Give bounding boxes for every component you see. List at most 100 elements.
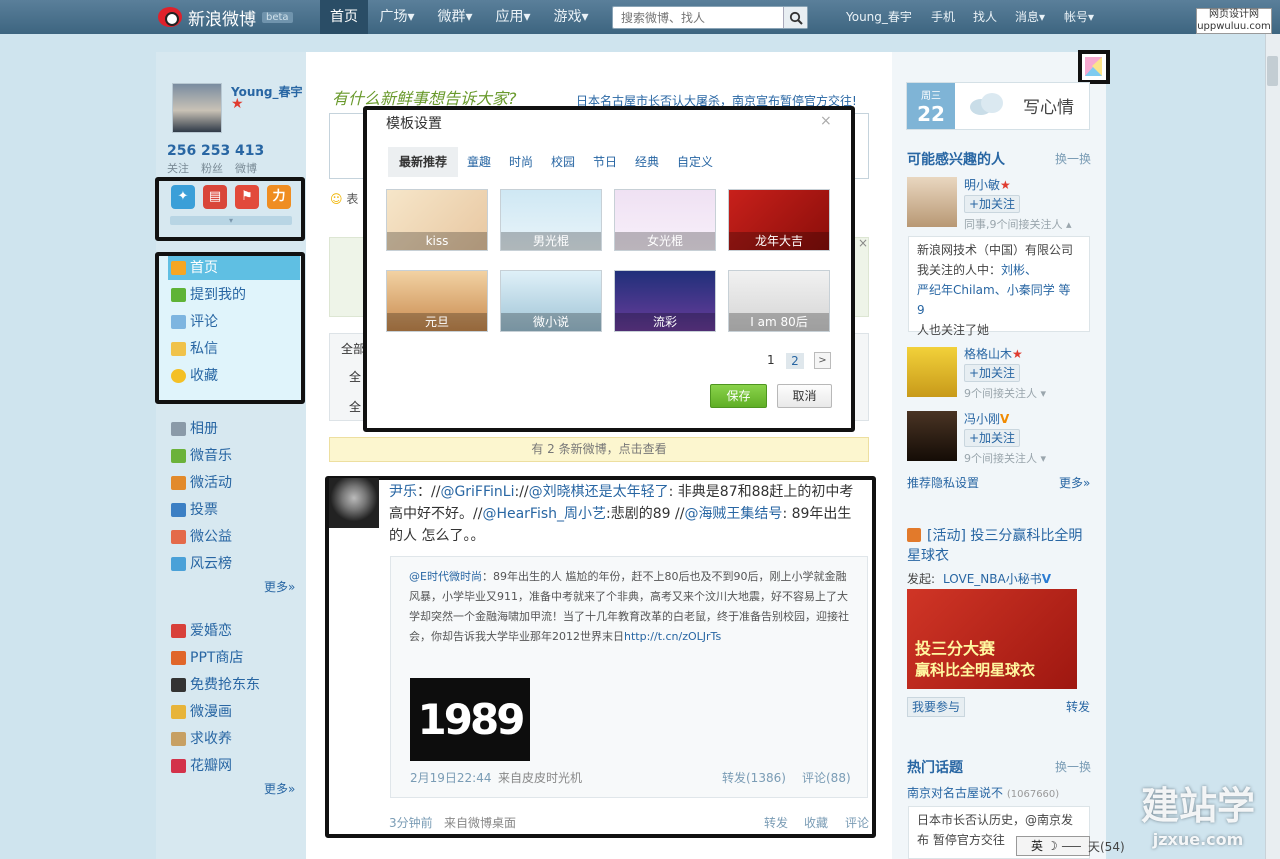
app-link-album[interactable]: 相册 xyxy=(168,418,298,440)
mutual-link-1[interactable]: 刘彬、 xyxy=(1001,263,1037,277)
tab-childlike[interactable]: 童趣 xyxy=(462,147,496,177)
template-new-year[interactable]: 元旦 xyxy=(386,270,488,332)
feed-favorite-link[interactable]: 收藏 xyxy=(804,814,828,831)
apps-expand-bar[interactable]: ▾ xyxy=(170,216,292,225)
search-button[interactable] xyxy=(783,7,807,28)
app-link-marriage[interactable]: 爱婚恋 xyxy=(168,620,298,642)
quoted-short-link[interactable]: http://t.cn/zOLJrTs xyxy=(624,630,721,643)
rec-follow-button-3[interactable]: +加关注 xyxy=(964,429,1020,447)
menu-messages[interactable]: 私信 xyxy=(168,337,300,361)
sina-weibo-logo[interactable]: 新浪微博 beta xyxy=(158,4,298,30)
template-kiss[interactable]: kiss xyxy=(386,189,488,251)
weibo-bird-icon[interactable]: ✦ xyxy=(171,185,195,209)
quoted-image[interactable]: 1989 xyxy=(410,678,530,761)
app-link-freebies[interactable]: 免费抢东东 xyxy=(168,674,298,696)
rec-avatar-1[interactable] xyxy=(907,177,957,227)
hot-topic-1[interactable]: 南京对名古屋说不 (1067660) xyxy=(907,784,1059,801)
skin-settings-icon[interactable] xyxy=(1078,50,1110,84)
new-posts-notice[interactable]: 有 2 条新微博，点击查看 xyxy=(329,437,869,462)
quoted-comment-link[interactable]: 评论(88) xyxy=(802,769,851,786)
stat-fans-count[interactable]: 253 xyxy=(201,143,230,159)
flag-tool-icon[interactable]: ⚑ xyxy=(235,185,259,209)
nav-groups[interactable]: 微群▾ xyxy=(430,0,480,34)
menu-comments[interactable]: 评论 xyxy=(168,310,300,334)
recommend-more-link[interactable]: 更多» xyxy=(1059,474,1090,491)
template-single-girl[interactable]: 女光棍 xyxy=(614,189,716,251)
feed-mention-link[interactable]: 还是太年轻了 xyxy=(585,484,669,500)
filter-row2[interactable]: 全 xyxy=(349,368,361,385)
write-mood-button[interactable]: 写心情 xyxy=(1023,93,1074,118)
feed-mention-link[interactable]: 尹乐 xyxy=(389,484,417,500)
stat-following-count[interactable]: 256 xyxy=(167,143,196,159)
template-single-boy[interactable]: 男光棍 xyxy=(500,189,602,251)
template-streaming-colors[interactable]: 流彩 xyxy=(614,270,716,332)
filter-row3[interactable]: 全 xyxy=(349,398,361,415)
quoted-time[interactable]: 2月19日22:44 xyxy=(410,769,492,786)
nav-apps[interactable]: 应用▾ xyxy=(488,0,538,34)
search-input[interactable] xyxy=(613,7,781,28)
page-scrollbar[interactable] xyxy=(1265,34,1280,859)
app-link-ranking[interactable]: 风云榜 xyxy=(168,553,298,575)
filter-all[interactable]: 全部 xyxy=(341,340,365,357)
page-1[interactable]: 1 xyxy=(767,353,775,367)
feed-forward-link[interactable]: 转发 xyxy=(764,814,788,831)
tab-classic[interactable]: 经典 xyxy=(630,147,664,177)
activity-poster-link[interactable]: LOVE_NBA小秘书V xyxy=(943,570,1051,587)
page-2[interactable]: 2 xyxy=(786,353,804,369)
privacy-settings-link[interactable]: 推荐隐私设置 xyxy=(907,474,979,491)
app-link-ppt[interactable]: PPT商店 xyxy=(168,647,298,669)
tab-custom[interactable]: 自定义 xyxy=(672,147,718,177)
rec-name-2[interactable]: 格格山木★ xyxy=(964,345,1023,362)
app-link-events[interactable]: 微活动 xyxy=(168,472,298,494)
tab-festival[interactable]: 节日 xyxy=(588,147,622,177)
app-link-adoption[interactable]: 求收养 xyxy=(168,728,298,750)
rec-follow-button-2[interactable]: +加关注 xyxy=(964,364,1020,382)
template-i-am-80s[interactable]: I am 80后 xyxy=(728,270,830,332)
top-link-account[interactable]: 帐号▾ xyxy=(1064,0,1094,34)
recommend-swap-link[interactable]: 换一换 xyxy=(1055,150,1091,167)
top-user-link[interactable]: Young_春宇 xyxy=(846,0,912,34)
menu-mentions[interactable]: 提到我的 xyxy=(168,283,300,307)
modal-close-icon[interactable]: × xyxy=(820,113,832,129)
apps-more-link-2[interactable]: 更多» xyxy=(264,780,295,797)
nav-games[interactable]: 游戏▾ xyxy=(546,0,596,34)
nav-home[interactable]: 首页 xyxy=(320,0,368,34)
feed-comment-link[interactable]: 评论 xyxy=(845,814,869,831)
feed-author-avatar[interactable] xyxy=(329,478,379,528)
emoji-link[interactable]: ☺ 表 xyxy=(330,190,358,207)
app-link-huaban[interactable]: 花瓣网 xyxy=(168,755,298,777)
top-link-find[interactable]: 找人 xyxy=(973,0,997,34)
rec-note-2[interactable]: 9个间接关注人 ▾ xyxy=(964,385,1046,401)
app-link-charity[interactable]: 微公益 xyxy=(168,526,298,548)
top-link-mobile[interactable]: 手机 xyxy=(931,0,955,34)
menu-home[interactable]: 首页 xyxy=(168,256,300,280)
cancel-button[interactable]: 取消 xyxy=(777,384,832,408)
feed-mention-link[interactable]: @海贼王集结号 xyxy=(684,506,782,522)
mutual-link-2[interactable]: 严纪年Chilam、小秦同学 等 9 xyxy=(917,280,1081,320)
rec-follow-button-1[interactable]: +加关注 xyxy=(964,195,1020,213)
banner-close-icon[interactable]: × xyxy=(858,236,868,250)
app-link-comics[interactable]: 微漫画 xyxy=(168,701,298,723)
app-link-music[interactable]: 微音乐 xyxy=(168,445,298,467)
feed-mention-link[interactable]: @HearFish_周小艺 xyxy=(482,506,606,522)
quoted-author-link[interactable]: @E时代微时尚 xyxy=(409,570,482,583)
rec-name-3[interactable]: 冯小刚V xyxy=(964,410,1009,427)
toolbox-icon[interactable]: ▤ xyxy=(203,185,227,209)
stat-posts-count[interactable]: 413 xyxy=(235,143,264,159)
hot-topics-swap-link[interactable]: 换一换 xyxy=(1055,758,1091,775)
tab-campus[interactable]: 校园 xyxy=(546,147,580,177)
nav-square[interactable]: 广场▾ xyxy=(372,0,422,34)
rec-note-1[interactable]: 同事,9个间接关注人 ▴ xyxy=(964,216,1072,232)
feed-mention-link[interactable]: @GriFFinLi xyxy=(440,484,514,500)
quoted-forward-link[interactable]: 转发(1386) xyxy=(722,769,786,786)
user-avatar[interactable] xyxy=(172,83,222,133)
rec-name-1[interactable]: 明小敏★ xyxy=(964,176,1011,193)
next-page-button[interactable]: > xyxy=(814,352,831,369)
save-button[interactable]: 保存 xyxy=(710,384,767,408)
tab-latest[interactable]: 最新推荐 xyxy=(388,147,458,177)
activity-title[interactable]: [活动] 投三分赢科比全明星球衣 xyxy=(907,526,1091,566)
template-micro-novel[interactable]: 微小说 xyxy=(500,270,602,332)
activity-banner[interactable]: 投三分大赛 赢科比全明星球衣 xyxy=(907,589,1077,689)
app-link-vote[interactable]: 投票 xyxy=(168,499,298,521)
rec-avatar-2[interactable] xyxy=(907,347,957,397)
